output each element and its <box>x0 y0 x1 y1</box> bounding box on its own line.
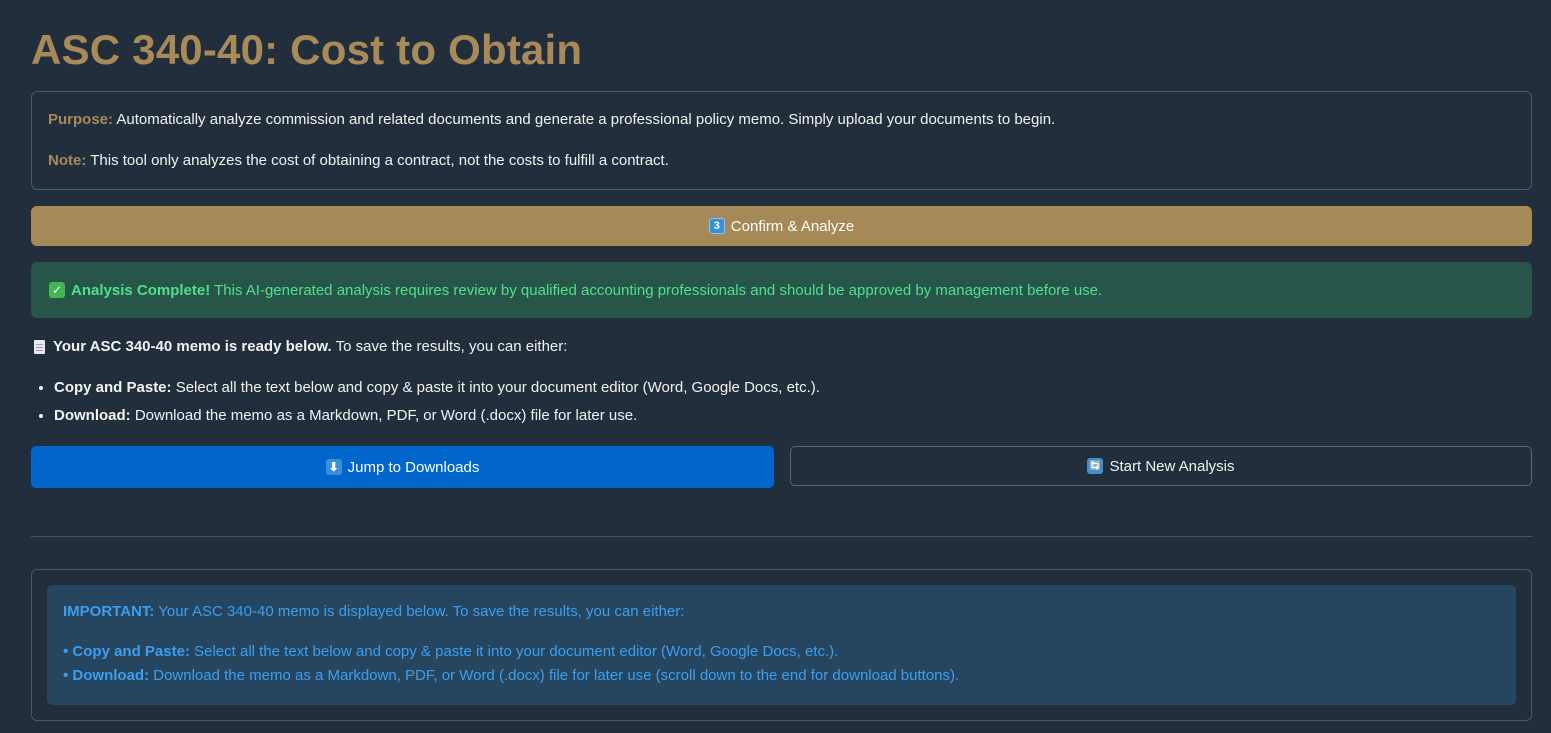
option-bold: Copy and Paste: <box>54 379 172 396</box>
refresh-icon: 🔄 <box>1087 458 1104 474</box>
option-text: Select all the text below and copy & pas… <box>175 379 820 396</box>
ready-text: To save the results, you can either: <box>335 338 568 355</box>
option-bold: Download: <box>54 407 131 424</box>
purpose-info-box: Purpose: Automatically analyze commissio… <box>31 91 1532 190</box>
success-message: Analysis Complete! This AI-generated ana… <box>71 282 1102 299</box>
note-label: Note: <box>48 152 87 169</box>
memo-ready-line: Your ASC 340-40 memo is ready below. To … <box>34 337 567 357</box>
page-title: ASC 340-40: Cost to Obtain <box>31 26 583 73</box>
confirm-analyze-label: Confirm & Analyze <box>730 217 855 235</box>
success-text: This AI-generated analysis requires revi… <box>214 281 1103 299</box>
list-item-download: Download: Download the memo as a Markdow… <box>54 406 820 426</box>
jump-to-downloads-label: Jump to Downloads <box>347 458 480 476</box>
action-buttons-row: ⬇ Jump to Downloads 🔄 Start New Analysis <box>31 446 1532 488</box>
confirm-analyze-button[interactable]: 3 Confirm & Analyze <box>31 206 1532 246</box>
bullet-bold: • Download: <box>63 667 150 684</box>
ready-message: Your ASC 340-40 memo is ready below. To … <box>53 337 567 357</box>
check-mark-icon: ✓ <box>49 282 65 298</box>
ready-bold: Your ASC 340-40 memo is ready below. <box>53 338 332 355</box>
bullet-text: Select all the text below and copy & pas… <box>194 643 839 660</box>
page-icon <box>34 340 45 354</box>
start-new-analysis-label: Start New Analysis <box>1109 457 1235 475</box>
analysis-complete-alert: ✓ Analysis Complete! This AI-generated a… <box>31 262 1532 318</box>
success-bold: Analysis Complete! <box>71 281 211 299</box>
purpose-text: Automatically analyze commission and rel… <box>116 111 1056 128</box>
purpose-label: Purpose: <box>48 111 114 128</box>
important-label: IMPORTANT: <box>63 603 155 620</box>
note-paragraph: Note: This tool only analyzes the cost o… <box>48 151 1515 171</box>
app-page: ASC 340-40: Cost to Obtain Purpose: Auto… <box>0 0 1551 733</box>
important-lead: IMPORTANT: Your ASC 340-40 memo is displ… <box>63 602 1500 622</box>
arrow-down-icon: ⬇ <box>325 459 342 475</box>
jump-to-downloads-button[interactable]: ⬇ Jump to Downloads <box>31 446 774 488</box>
purpose-paragraph: Purpose: Automatically analyze commissio… <box>48 110 1515 130</box>
option-text: Download the memo as a Markdown, PDF, or… <box>134 407 638 424</box>
important-text: Your ASC 340-40 memo is displayed below.… <box>158 603 685 620</box>
important-info-box: IMPORTANT: Your ASC 340-40 memo is displ… <box>47 585 1516 705</box>
note-text: This tool only analyzes the cost of obta… <box>90 152 669 169</box>
bullet-bold: • Copy and Paste: <box>63 643 190 660</box>
important-bullet-copy: • Copy and Paste: Select all the text be… <box>63 642 1500 662</box>
list-item-copy-paste: Copy and Paste: Select all the text belo… <box>54 378 820 398</box>
keycap-three-icon: 3 <box>708 218 725 234</box>
bullet-text: Download the memo as a Markdown, PDF, or… <box>153 667 960 684</box>
save-options-list: Copy and Paste: Select all the text belo… <box>31 378 820 434</box>
section-divider <box>31 536 1532 537</box>
important-bullet-download: • Download: Download the memo as a Markd… <box>63 666 1500 686</box>
start-new-analysis-button[interactable]: 🔄 Start New Analysis <box>790 446 1532 486</box>
memo-container: IMPORTANT: Your ASC 340-40 memo is displ… <box>31 569 1532 721</box>
